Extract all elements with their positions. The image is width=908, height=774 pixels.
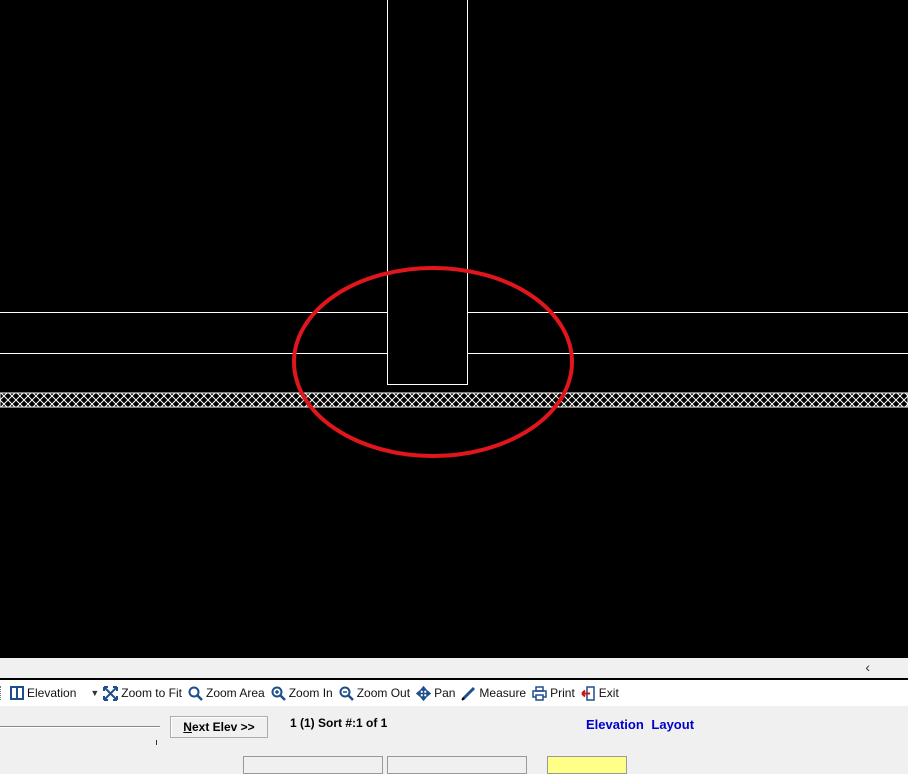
- toolbar-grip: [0, 686, 4, 700]
- elevation-dropdown-arrow-icon[interactable]: ▼: [90, 688, 99, 698]
- pan-icon: [416, 685, 432, 701]
- measure-icon: [461, 686, 476, 701]
- zoom-out-icon: [339, 686, 354, 701]
- print-button[interactable]: Print: [532, 685, 575, 701]
- print-label: Print: [550, 686, 575, 700]
- pan-button[interactable]: Pan: [416, 685, 456, 701]
- zoom-in-icon: [271, 686, 286, 701]
- zoom-area-icon: [188, 686, 203, 701]
- zoom-to-fit-button[interactable]: Zoom to Fit: [103, 685, 182, 701]
- partial-button-1[interactable]: [243, 756, 383, 774]
- elevation-button[interactable]: Elevation: [10, 686, 76, 700]
- zoom-out-button[interactable]: Zoom Out: [339, 686, 410, 701]
- highlight-circle: [292, 266, 574, 458]
- pan-label: Pan: [434, 686, 456, 700]
- elevation-slider[interactable]: [0, 726, 160, 728]
- exit-icon: [581, 685, 595, 701]
- partial-button-2[interactable]: [387, 756, 527, 774]
- zoom-in-label: Zoom In: [288, 686, 333, 700]
- hatched-floor-strip: [0, 392, 908, 408]
- slider-tick: [156, 740, 157, 745]
- next-elev-label: ext Elev >>: [191, 720, 255, 734]
- drawing-canvas[interactable]: [0, 0, 908, 658]
- elevation-icon: [10, 686, 24, 700]
- partial-yellow-button[interactable]: [547, 756, 627, 774]
- elevation-drawing: [0, 0, 908, 458]
- bottom-panel: Next Elev >> 1 (1) Sort #:1 of 1 Elevati…: [0, 706, 908, 774]
- print-icon: [532, 685, 547, 701]
- exit-button[interactable]: Exit: [581, 685, 619, 701]
- zoom-to-fit-label: Zoom to Fit: [121, 686, 182, 700]
- elevation-label: Elevation: [27, 686, 77, 700]
- next-elev-accelerator: N: [183, 720, 192, 734]
- zoom-area-button[interactable]: Zoom Area: [188, 686, 265, 701]
- zoom-in-button[interactable]: Zoom In: [271, 686, 333, 701]
- zoom-out-label: Zoom Out: [356, 686, 411, 700]
- toolbar: Elevation ▼ Zoom to Fit Zoom Area Zoom I…: [0, 680, 908, 706]
- zoom-to-fit-icon: [103, 685, 119, 701]
- measure-label: Measure: [479, 686, 527, 700]
- exit-label: Exit: [598, 686, 619, 700]
- scroll-left-chevron-icon[interactable]: ‹: [865, 659, 870, 675]
- zoom-area-label: Zoom Area: [205, 686, 265, 700]
- sort-info: 1 (1) Sort #:1 of 1: [290, 716, 388, 730]
- page-title: Elevation Layout: [586, 717, 695, 732]
- next-elev-button[interactable]: Next Elev >>: [170, 716, 268, 738]
- measure-button[interactable]: Measure: [461, 686, 526, 701]
- horizontal-scrollbar[interactable]: ‹: [0, 658, 908, 678]
